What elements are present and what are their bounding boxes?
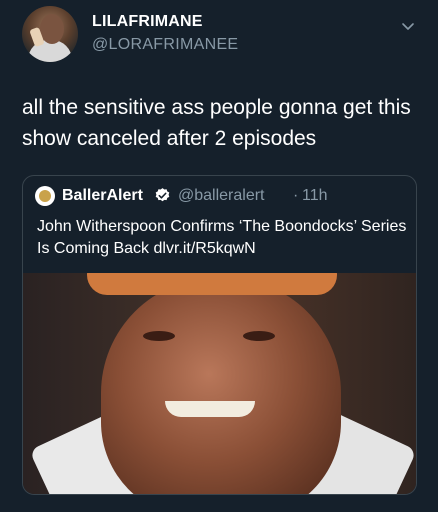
quoted-tweet-card[interactable]: BallerAlert @balleralert · 11h John With… — [22, 175, 417, 495]
separator-dot: · — [293, 187, 299, 204]
quoted-handle[interactable]: @balleralert — [178, 187, 265, 205]
user-avatar[interactable] — [22, 6, 78, 62]
quoted-tweet-photo[interactable] — [23, 273, 416, 494]
chevron-down-icon[interactable] — [400, 18, 416, 34]
quoted-display-name[interactable]: BallerAlert — [62, 187, 143, 205]
tweet: LILAFRIMANE @LORAFRIMANEE all the sensit… — [0, 0, 438, 512]
quoted-avatar-logo — [39, 190, 51, 202]
display-name[interactable]: LILAFRIMANE — [92, 13, 203, 31]
quoted-timestamp[interactable]: 11h — [302, 187, 328, 205]
smile — [165, 401, 255, 417]
eye-left — [143, 331, 175, 341]
face — [101, 278, 341, 494]
quoted-avatar[interactable] — [35, 186, 55, 206]
verified-badge-icon — [155, 188, 170, 202]
cap — [87, 273, 337, 295]
user-handle[interactable]: @LORAFRIMANEE — [92, 36, 238, 54]
eye-right — [243, 331, 275, 341]
tweet-text: all the sensitive ass people gonna get t… — [22, 96, 411, 150]
quoted-tweet-text: John Witherspoon Confirms ‘The Boondocks… — [37, 218, 407, 257]
